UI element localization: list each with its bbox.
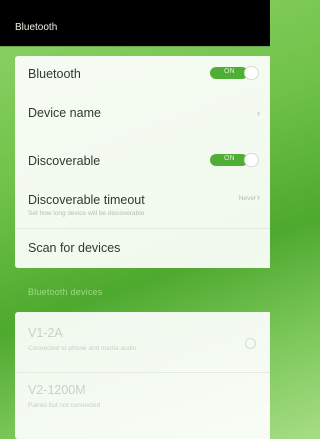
device-name-label: Device name [28,106,101,120]
section-header: Bluetooth devices [28,287,103,297]
toggle-track: ON [210,154,248,166]
timeout-value: Never [238,195,256,202]
bluetooth-toggle[interactable]: ON [210,66,262,80]
info-icon[interactable] [245,338,256,349]
device-name-row[interactable]: Device name › [15,90,270,134]
timeout-label: Discoverable timeout [28,193,145,207]
bluetooth-row[interactable]: Bluetooth ON [15,56,270,90]
discoverable-label: Discoverable [28,154,101,168]
scan-row[interactable]: Scan for devices [15,229,270,268]
toggle-knob [244,153,259,167]
device-name: V2-1200M [28,383,86,397]
device-status: Connected to phone and media audio [28,345,137,352]
device-row-2[interactable]: V2-1200M Paired but not connected [15,373,270,439]
devices-card: V1-2A Connected to phone and media audio… [15,312,270,439]
bluetooth-settings-card: Bluetooth ON Device name › Discoverable … [15,56,270,268]
bluetooth-label: Bluetooth [28,67,81,81]
scan-label: Scan for devices [28,241,121,255]
device-name: V1-2A [28,326,63,340]
toggle-on-text: ON [224,155,235,162]
timeout-subtext: Set how long device will be discoverable [28,210,145,217]
app-header: Bluetooth [0,0,270,47]
device-status: Paired but not connected [28,402,101,409]
chevron-right-icon: › [257,108,260,118]
toggle-track: ON [210,67,248,79]
toggle-on-text: ON [224,68,235,75]
discoverable-toggle[interactable]: ON [210,153,262,167]
discoverable-timeout-row[interactable]: Discoverable timeout Set how long device… [15,184,270,228]
header-title: Bluetooth [15,22,58,33]
device-row-1[interactable]: V1-2A Connected to phone and media audio [15,312,270,372]
chevron-right-icon: › [257,192,260,202]
discoverable-row[interactable]: Discoverable ON [15,150,270,184]
toggle-knob [244,66,259,80]
